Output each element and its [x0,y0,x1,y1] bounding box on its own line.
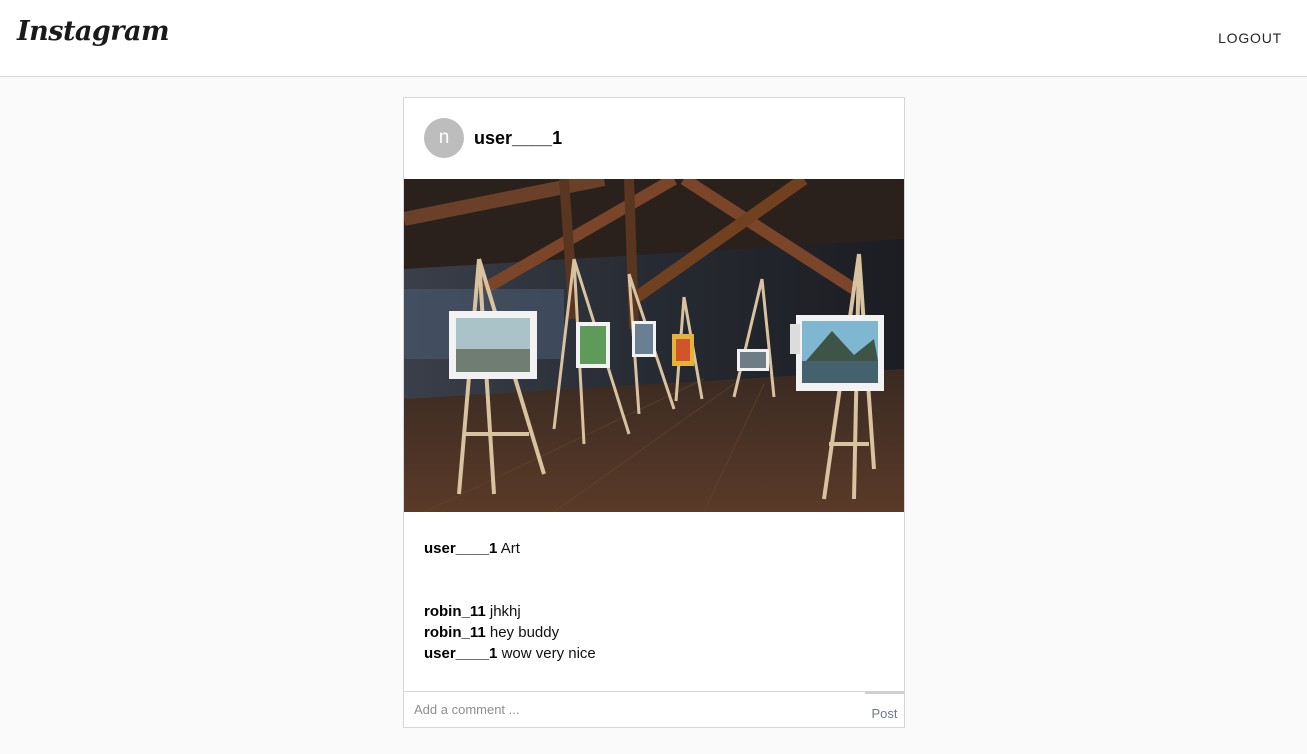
comment-item: robin_11 hey buddy [424,622,596,643]
post-comment-button[interactable]: Post [865,691,904,727]
comment-item: robin_11 jhkhj [424,601,596,622]
post-caption: user____1 Art [424,540,520,557]
comment-text: jhkhj [489,603,521,620]
comment-text: wow very nice [501,645,596,662]
post-header: n user____1 [404,98,904,179]
comment-username[interactable]: user____1 [424,645,497,662]
caption-username[interactable]: user____1 [424,540,497,557]
post-image [404,179,904,512]
top-navbar: Instagram LOGOUT [0,0,1307,77]
comments-list: robin_11 jhkhj robin_11 hey buddy user__… [424,601,596,664]
comment-form: Post [404,691,904,727]
instagram-logo[interactable]: Instagram [17,16,170,47]
logout-button[interactable]: LOGOUT [1218,30,1282,46]
comment-input[interactable] [404,692,866,727]
caption-text: Art [500,540,520,557]
gallery-photo-illustration [404,179,904,512]
avatar[interactable]: n [424,118,464,158]
comment-username[interactable]: robin_11 [424,624,486,641]
comment-item: user____1 wow very nice [424,643,596,664]
comment-username[interactable]: robin_11 [424,603,486,620]
comment-text: hey buddy [489,624,560,641]
post-username[interactable]: user____1 [474,128,562,149]
post-card: n user____1 user____1 Art robin_11 jhkhj… [403,97,905,728]
